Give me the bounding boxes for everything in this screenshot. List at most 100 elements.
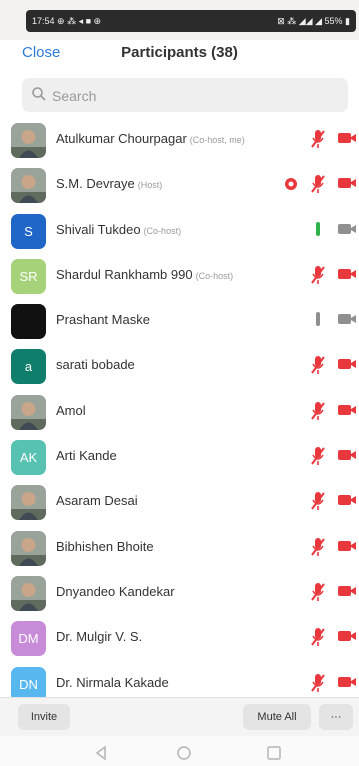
status-right: ⊠ ⁂ ◢◢ ◢ 55% ▮ [277,16,350,26]
participant-name-text: Shivali Tukdeo [56,221,141,237]
participant-name-text: Dnyandeo Kandekar [56,583,175,599]
camera-icon[interactable] [337,222,357,241]
participant-name: Dr. Nirmala Kakade [56,675,169,690]
camera-off-icon[interactable] [337,675,357,694]
camera-off-icon[interactable] [337,448,357,467]
mute-all-button[interactable]: Mute All [243,704,311,730]
camera-icon[interactable] [337,312,357,331]
back-icon[interactable] [95,746,107,760]
participant-name: S.M. Devraye (Host) [56,176,162,191]
participant-name: Atulkumar Chourpagar (Co-host, me) [56,131,245,146]
participant-name: sarati bobade [56,357,135,372]
mic-muted-icon[interactable] [311,446,325,471]
avatar: S [11,213,46,249]
invite-button[interactable]: Invite [18,704,70,730]
bottom-toolbar: Invite Mute All ··· [0,697,359,736]
participant-name: Amol [56,403,86,418]
participant-name: Shivali Tukdeo (Co-host) [56,222,181,237]
avatar: AK [11,440,46,476]
participant-name-text: sarati bobade [56,357,135,373]
camera-off-icon[interactable] [337,539,357,558]
camera-off-icon[interactable] [337,403,357,422]
participant-name: Prashant Maske [56,312,150,327]
participant-name-text: Dr. Nirmala Kakade [56,674,169,690]
close-button[interactable]: Close [22,44,60,61]
mic-muted-icon[interactable] [311,355,325,380]
camera-off-icon[interactable] [337,267,357,286]
avatar: SR [11,258,46,294]
participant-row[interactable]: Prashant Maske [0,297,359,342]
mic-muted-icon[interactable] [311,174,325,199]
participant-role: (Co-host) [195,270,234,281]
avatar [11,168,46,204]
recording-icon [284,177,298,196]
participant-role: (Host) [137,180,163,191]
participant-role: (Co-host, me) [189,135,245,145]
status-bar: 17:54 ⊕ ⁂ ◂ ■ ⊕ ⊠ ⁂ ◢◢ ◢ 55% ▮ [0,0,359,40]
participant-name-text: Amol [56,402,86,418]
participant-row[interactable]: Amol [0,388,359,433]
recents-icon[interactable] [266,745,282,761]
mic-muted-icon[interactable] [311,129,325,154]
search-bar[interactable] [22,78,348,114]
avatar [11,485,46,521]
avatar: a [11,349,46,385]
participant-name-text: Atulkumar Chourpagar [56,131,187,146]
avatar [11,304,46,340]
camera-off-icon[interactable] [337,176,357,195]
participant-role: (Co-host) [143,225,182,236]
camera-off-icon[interactable] [337,493,357,512]
system-nav-bar [0,736,359,766]
participant-row[interactable]: AK Arti Kande [0,433,359,478]
mic-muted-icon[interactable] [311,401,325,426]
avatar [11,394,46,430]
participant-row[interactable]: a sarati bobade [0,342,359,387]
participant-name-text: S.M. Devraye [56,176,135,192]
participant-list: Atulkumar Chourpagar (Co-host, me) S.M. De… [0,116,359,705]
participant-name: Dr. Mulgir V. S. [56,629,142,644]
mic-muted-icon[interactable] [311,673,325,698]
camera-off-icon[interactable] [337,629,357,648]
mic-icon[interactable] [311,310,325,335]
participant-name-text: Prashant Maske [56,312,150,328]
avatar [11,123,46,158]
participant-name-text: Bibhishen Bhoite [56,538,154,554]
participants-screen: 17:54 ⊕ ⁂ ◂ ■ ⊕ ⊠ ⁂ ◢◢ ◢ 55% ▮ Participa… [0,0,359,766]
avatar: DM [11,621,46,657]
mic-muted-icon[interactable] [311,491,325,516]
participant-row[interactable]: Bibhishen Bhoite [0,524,359,569]
participant-name-text: Asaram Desai [56,493,138,509]
participant-name: Asaram Desai [56,493,138,508]
participant-name: Dnyandeo Kandekar [56,584,175,599]
participant-row[interactable]: SR Shardul Rankhamb 990 (Co-host) [0,252,359,297]
header: Participants (38) Close [0,40,359,70]
participant-name: Bibhishen Bhoite [56,539,154,554]
status-left: 17:54 ⊕ ⁂ ◂ ■ ⊕ [32,16,102,26]
mic-icon[interactable] [311,220,325,245]
more-options-button[interactable]: ··· [319,704,353,730]
home-icon[interactable] [176,745,192,761]
search-icon [31,86,47,107]
mic-muted-icon[interactable] [311,537,325,562]
participant-name-text: Arti Kande [56,448,117,464]
participant-row[interactable]: Atulkumar Chourpagar (Co-host, me) [0,116,359,161]
avatar [11,575,46,611]
participant-name-text: Shardul Rankhamb 990 [56,266,193,282]
participant-row[interactable]: Dnyandeo Kandekar [0,569,359,614]
camera-off-icon[interactable] [337,131,357,150]
participant-name-text: Dr. Mulgir V. S. [56,629,143,645]
camera-off-icon[interactable] [337,584,357,603]
participant-name: Arti Kande [56,448,117,463]
mic-muted-icon[interactable] [311,265,325,290]
camera-off-icon[interactable] [337,357,357,376]
participant-name: Shardul Rankhamb 990 (Co-host) [56,267,233,282]
participant-row[interactable]: Asaram Desai [0,478,359,523]
participant-row[interactable]: S.M. Devraye (Host) [0,161,359,206]
search-input[interactable] [50,78,334,114]
participant-row[interactable]: DM Dr. Mulgir V. S. [0,614,359,659]
status-bar-pill: 17:54 ⊕ ⁂ ◂ ■ ⊕ ⊠ ⁂ ◢◢ ◢ 55% ▮ [26,10,356,32]
participant-row[interactable]: S Shivali Tukdeo (Co-host) [0,207,359,252]
mic-muted-icon[interactable] [311,582,325,607]
mic-muted-icon[interactable] [311,627,325,652]
avatar [11,530,46,566]
